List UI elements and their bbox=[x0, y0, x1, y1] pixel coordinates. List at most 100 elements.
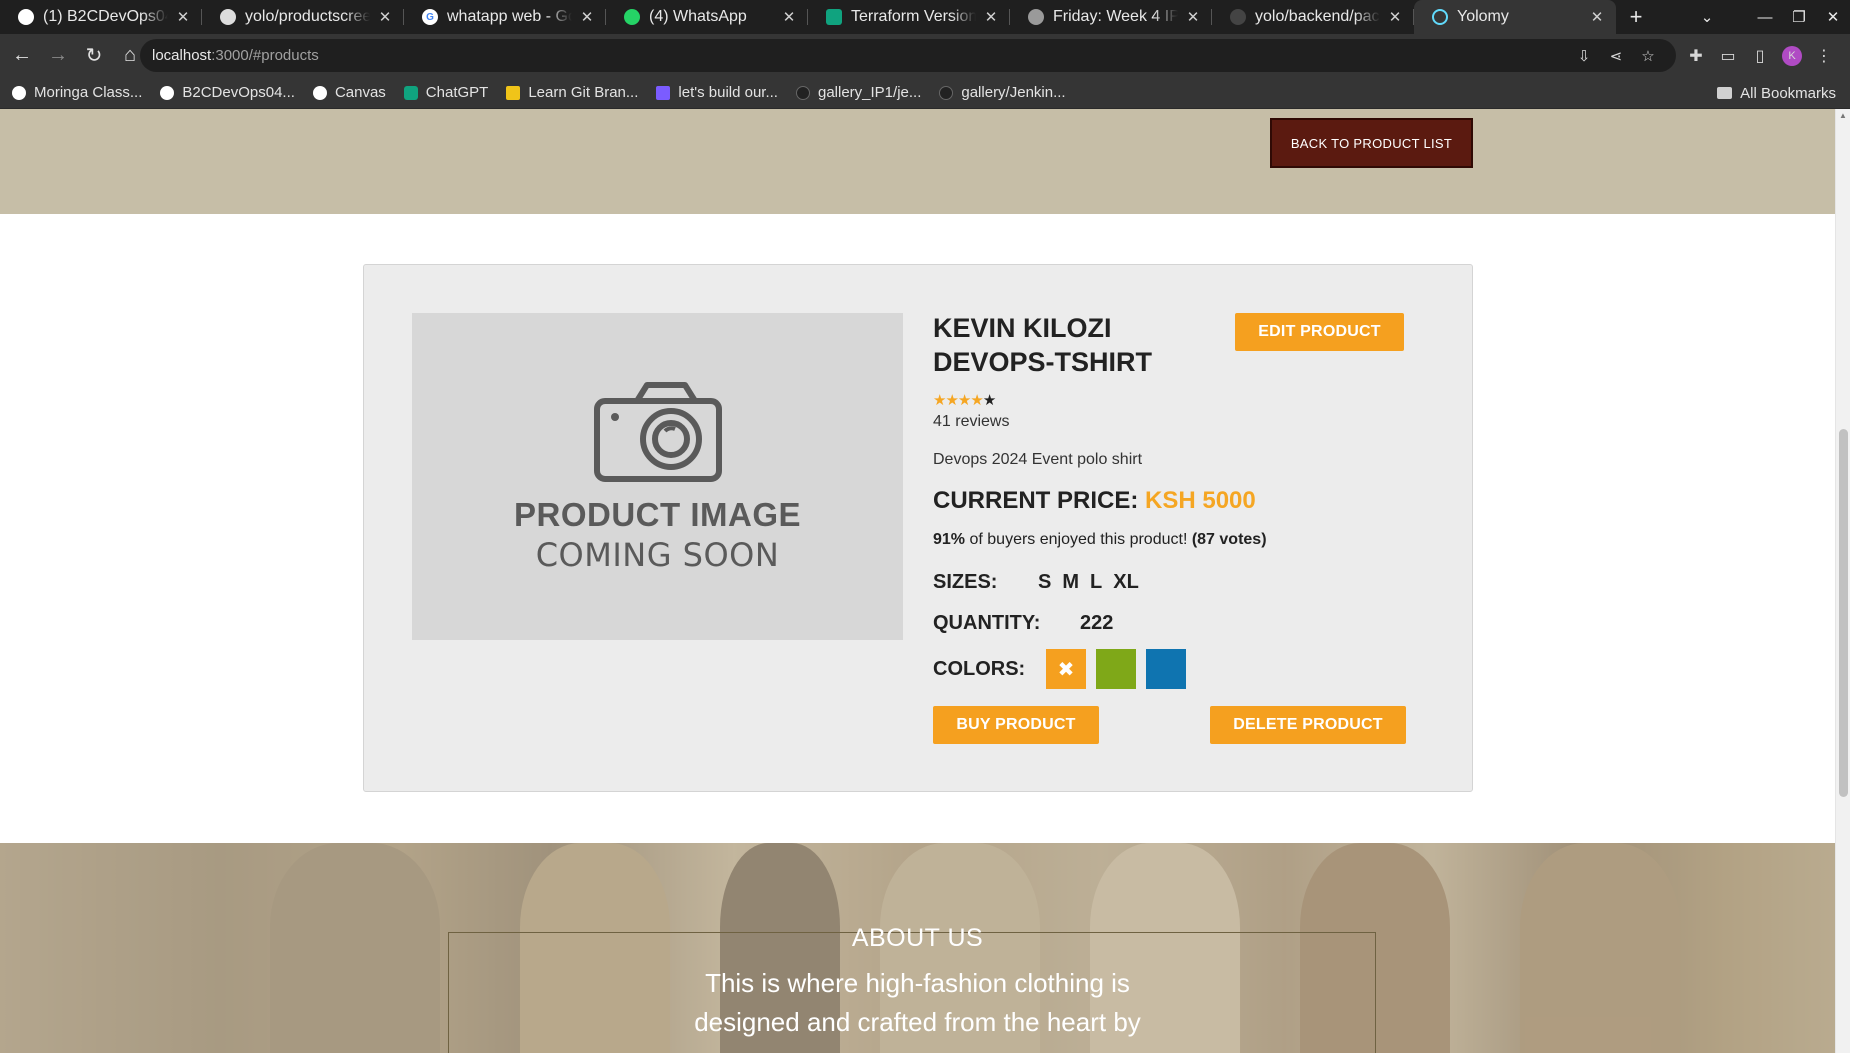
bookmark-item[interactable]: Moringa Class... bbox=[12, 84, 142, 101]
close-window-icon[interactable]: ✕ bbox=[1816, 8, 1850, 26]
product-description: Devops 2024 Event polo shirt bbox=[933, 451, 1143, 468]
size-option[interactable]: L bbox=[1090, 571, 1102, 594]
colors-row: COLORS: ✖ bbox=[933, 649, 1413, 689]
browser-tab[interactable]: yolo/productscreen ✕ bbox=[202, 0, 404, 34]
canvas-icon bbox=[312, 85, 327, 100]
votes-text: of buyers enjoyed this product! bbox=[965, 531, 1192, 548]
browser-tab[interactable]: (4) WhatsApp ✕ bbox=[606, 0, 808, 34]
bookmark-favicon-icon bbox=[506, 85, 521, 100]
tab-search-icon[interactable]: ⌄ bbox=[1690, 8, 1724, 26]
menu-kebab-icon[interactable]: ⋮ bbox=[1808, 46, 1840, 66]
star-icon: ★ bbox=[970, 392, 983, 409]
window-controls: ⌄ — ❐ ✕ bbox=[1690, 0, 1850, 34]
minimize-icon[interactable]: — bbox=[1748, 9, 1782, 26]
tab-close-icon[interactable]: ✕ bbox=[1184, 8, 1202, 26]
profile-avatar[interactable]: K bbox=[1782, 45, 1802, 66]
github-icon bbox=[220, 9, 236, 25]
delete-product-button[interactable]: DELETE PRODUCT bbox=[1210, 706, 1406, 744]
bookmark-label: B2CDevOps04... bbox=[182, 84, 295, 101]
tab-close-icon[interactable]: ✕ bbox=[982, 8, 1000, 26]
share-icon[interactable]: ⋖ bbox=[1600, 47, 1632, 65]
bookmark-label: Canvas bbox=[334, 84, 386, 101]
back-arrow-icon[interactable]: ← bbox=[6, 40, 38, 72]
browser-tab[interactable]: (1) B2CDevOps04 - M ✕ bbox=[0, 0, 202, 34]
quantity-label: QUANTITY: bbox=[933, 612, 1041, 634]
address-bar[interactable]: i localhost:3000/#products ⇩ ⋖ ☆ bbox=[140, 39, 1676, 101]
page-scrollbar[interactable]: ▲ bbox=[1835, 109, 1850, 1053]
bookmark-favicon-icon bbox=[160, 85, 175, 100]
tab-close-icon[interactable]: ✕ bbox=[1386, 8, 1404, 26]
install-app-icon[interactable]: ⇩ bbox=[1568, 47, 1600, 65]
google-icon: G bbox=[422, 9, 438, 25]
bookmark-item[interactable]: Canvas bbox=[312, 84, 386, 101]
globe-icon bbox=[1028, 9, 1044, 25]
star-icon: ★ bbox=[982, 392, 996, 409]
tab-title: Yolomy bbox=[1457, 8, 1509, 25]
github-icon bbox=[795, 85, 810, 100]
browser-tab[interactable]: Terraform Versionin ✕ bbox=[808, 0, 1010, 34]
folder-icon bbox=[1717, 87, 1733, 99]
tab-title: (1) B2CDevOps04 - M bbox=[43, 8, 168, 25]
size-option[interactable]: XL bbox=[1113, 571, 1139, 594]
browser-tab-bar: (1) B2CDevOps04 - M ✕ yolo/productscreen ✕… bbox=[0, 0, 1850, 34]
bookmark-item[interactable]: let's build our... bbox=[656, 84, 778, 101]
bookmark-star-icon[interactable]: ☆ bbox=[1632, 47, 1664, 65]
product-card: PRODUCT IMAGE COMING SOON KEVIN KILOZI D… bbox=[363, 264, 1473, 792]
quantity-row: QUANTITY: 222 bbox=[933, 612, 1413, 635]
sizes-row: SIZES: S M L XL bbox=[933, 571, 1413, 594]
votes-count: (87 votes) bbox=[1191, 531, 1267, 548]
browser-tab[interactable]: yolo/backend/packa ✕ bbox=[1212, 0, 1414, 34]
browser-tab-active[interactable]: Yolomy ✕ bbox=[1414, 0, 1616, 34]
bookmarks-bar: Moringa Class... B2CDevOps04... Canvas C… bbox=[0, 77, 1850, 109]
tab-close-icon[interactable]: ✕ bbox=[780, 8, 798, 26]
bookmark-item[interactable]: ChatGPT bbox=[403, 84, 488, 101]
extensions-icon[interactable]: ✚ bbox=[1680, 46, 1712, 66]
camera-icon bbox=[593, 381, 722, 482]
image-caption-line1: PRODUCT IMAGE bbox=[514, 495, 801, 533]
bookmark-favicon-icon bbox=[12, 85, 26, 100]
reload-icon[interactable]: ↻ bbox=[78, 40, 110, 72]
maximize-icon[interactable]: ❐ bbox=[1782, 8, 1816, 26]
price-row: CURRENT PRICE: KSH 5000 bbox=[933, 487, 1413, 515]
bookmark-item[interactable]: gallery/Jenkin... bbox=[939, 84, 1066, 101]
bookmark-item[interactable]: Learn Git Bran... bbox=[506, 84, 638, 101]
bookmark-label: gallery_IP1/je... bbox=[817, 84, 922, 101]
bookmark-item[interactable]: gallery_IP1/je... bbox=[795, 84, 922, 101]
forward-arrow-icon[interactable]: → bbox=[42, 40, 74, 72]
buy-product-button[interactable]: BUY PRODUCT bbox=[933, 706, 1099, 744]
size-option[interactable]: M bbox=[1062, 571, 1079, 594]
image-caption-line2: COMING SOON bbox=[535, 535, 780, 574]
edit-product-button[interactable]: EDIT PRODUCT bbox=[1235, 313, 1404, 351]
cast-icon[interactable]: ▭ bbox=[1712, 46, 1744, 66]
star-icon: ★ bbox=[933, 392, 946, 409]
sizes-label: SIZES: bbox=[933, 571, 998, 593]
browser-tab[interactable]: Friday: Week 4 IP 2 C ✕ bbox=[1010, 0, 1212, 34]
color-swatch[interactable] bbox=[1096, 649, 1136, 689]
side-panel-icon[interactable]: ▯ bbox=[1744, 46, 1776, 66]
color-swatch-selected[interactable]: ✖ bbox=[1046, 649, 1086, 689]
scroll-up-icon[interactable]: ▲ bbox=[1839, 111, 1847, 120]
url-host: localhost bbox=[152, 47, 212, 64]
about-text: This is where high-fashion clothing is d… bbox=[694, 968, 1141, 1037]
tab-title: Friday: Week 4 IP 2 C bbox=[1053, 8, 1178, 25]
all-bookmarks-button[interactable]: All Bookmarks bbox=[1717, 77, 1836, 109]
product-info: KEVIN KILOZI DEVOPS-TSHIRT ★★★★★ 41 revi… bbox=[933, 311, 1413, 689]
size-option[interactable]: S bbox=[1038, 571, 1051, 594]
scrollbar-thumb[interactable] bbox=[1839, 429, 1848, 797]
new-tab-button[interactable]: + bbox=[1616, 0, 1656, 34]
tab-close-icon[interactable]: ✕ bbox=[578, 8, 596, 26]
star-icon: ★ bbox=[945, 392, 958, 409]
colors-label: COLORS: bbox=[933, 657, 1026, 680]
color-swatch[interactable] bbox=[1146, 649, 1186, 689]
star-icon: ★ bbox=[957, 392, 971, 409]
tab-close-icon[interactable]: ✕ bbox=[1588, 8, 1606, 26]
back-to-product-list-button[interactable]: BACK TO PRODUCT LIST bbox=[1270, 118, 1473, 168]
star-rating: ★★★★★ bbox=[933, 391, 1413, 409]
product-title: KEVIN KILOZI DEVOPS-TSHIRT bbox=[933, 313, 1153, 377]
tab-close-icon[interactable]: ✕ bbox=[376, 8, 394, 26]
bookmark-item[interactable]: B2CDevOps04... bbox=[160, 84, 295, 101]
url-path: :3000/#products bbox=[211, 47, 319, 64]
browser-tab[interactable]: Gwhatapp web - Goog ✕ bbox=[404, 0, 606, 34]
product-image-placeholder: PRODUCT IMAGE COMING SOON bbox=[412, 313, 903, 640]
tab-close-icon[interactable]: ✕ bbox=[174, 8, 192, 26]
